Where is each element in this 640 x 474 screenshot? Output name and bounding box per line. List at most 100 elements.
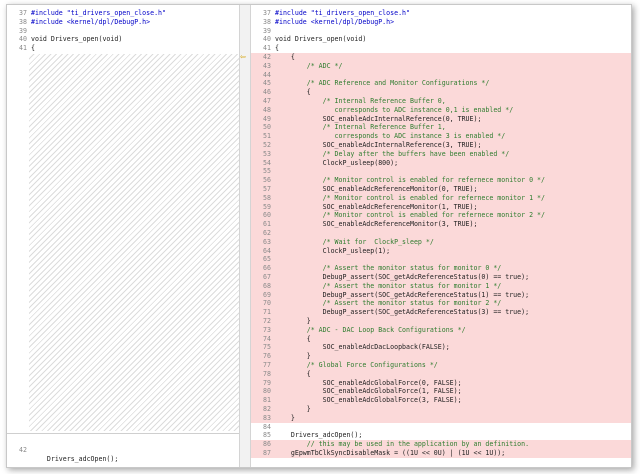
right-code-line: 75 SOC_enableAdcDacLoopback(FALSE);: [251, 343, 631, 353]
line-number: 72: [263, 317, 271, 325]
right-code-line: 80 SOC_enableAdcGlobalForce(1, FALSE);: [251, 387, 631, 397]
line-text: SOC_enableAdcGlobalForce(1, FALSE);: [275, 387, 462, 396]
line-text: corresponds to ADC instance 3 is enabled…: [275, 132, 506, 141]
right-code-line: 84: [251, 423, 631, 432]
line-text: SOC_enableAdcReferenceMonitor(0, TRUE);: [275, 185, 478, 193]
left-code-line: 42 Drivers_adcOpen();: [7, 437, 239, 463]
right-code-line: 58 /* Monitor control is enabled for ref…: [251, 193, 631, 203]
line-number: 60: [263, 211, 271, 220]
line-number: 87: [263, 449, 271, 457]
line-number: 69: [263, 290, 271, 299]
line-text: Drivers_adcOpen();: [31, 454, 119, 463]
left-pane[interactable]: 37 #include "ti_drivers_open_close.h" 38 #i…: [7, 5, 239, 467]
line-number: 83: [263, 413, 271, 422]
line-number: 40: [263, 35, 271, 44]
right-code-line: 44: [251, 70, 631, 80]
line-number: 38: [263, 17, 271, 26]
right-code-line: 81 SOC_enableAdcGlobalForce(3, FALSE);: [251, 396, 631, 405]
right-code-line: 67 DebugP_assert(SOC_getAdcReferenceStat…: [251, 273, 631, 282]
line-text: /* Assert the monitor status for monitor…: [275, 299, 502, 308]
line-number: 39: [263, 26, 271, 35]
line-text: /* ADC */: [275, 61, 343, 70]
right-code-line: 82 }: [251, 405, 631, 414]
line-text: DebugP_assert(SOC_getAdcReferenceStatus(…: [275, 290, 530, 299]
right-code-line: 46 {: [251, 88, 631, 97]
line-number: 58: [263, 193, 271, 202]
line-number: 66: [263, 264, 271, 273]
right-code-line: 49 SOC_enableAdcInternalReference(0, TRU…: [251, 114, 631, 124]
line-number: 80: [263, 387, 271, 396]
right-code-line: 50 /* Internal Reference Buffer 1,: [251, 123, 631, 133]
right-code-line: 62: [251, 229, 631, 238]
line-number: 45: [263, 79, 271, 88]
line-number: 44: [263, 70, 271, 79]
line-text: /* Assert the monitor status for monitor…: [275, 281, 502, 290]
line-text: }: [275, 405, 311, 413]
line-text: #include "ti_drivers_open_close.h": [275, 9, 410, 17]
line-number: 79: [263, 378, 271, 387]
right-code-line: 79 SOC_enableAdcGlobalForce(0, FALSE);: [251, 378, 631, 388]
right-code-line: 42 {: [251, 53, 631, 62]
line-number: 46: [263, 88, 271, 97]
right-code-line: 54 ClockP_usleep(800);: [251, 158, 631, 168]
line-number: 82: [263, 405, 271, 413]
line-number: 55: [263, 167, 271, 176]
line-text: SOC_enableAdcGlobalForce(3, FALSE);: [275, 396, 462, 405]
right-code-line: 65: [251, 255, 631, 265]
right-code-line: 78 {: [251, 369, 631, 379]
line-text: {: [275, 334, 311, 343]
right-code-line: 77 /* Global Force Configurations */: [251, 361, 631, 370]
line-text: SOC_enableAdcInternalReference(3, TRUE);: [275, 141, 482, 149]
line-number: 62: [263, 229, 271, 237]
right-code-line: 43 /* ADC */: [251, 61, 631, 71]
line-number: 63: [263, 237, 271, 246]
line-number: 51: [263, 132, 271, 141]
right-code-line: 38 #include <kernel/dpl/DebugP.h>: [251, 18, 631, 27]
left-code-line: 38 #include <kernel/dpl/DebugP.h>: [7, 18, 239, 27]
line-number: 65: [263, 255, 271, 264]
line-text: {: [31, 44, 35, 53]
line-number: 74: [263, 334, 271, 343]
line-text: SOC_enableAdcDacLoopback(FALSE);: [275, 343, 450, 352]
right-code-line: 53 /* Delay after the buffers have been …: [251, 149, 631, 159]
line-text: ClockP_usleep(800);: [275, 158, 399, 167]
line-text: #include <kernel/dpl/DebugP.h>: [275, 17, 395, 26]
line-text: /* ADC - DAC Loop Back Configurations */: [275, 325, 466, 334]
right-code-line: 57 SOC_enableAdcReferenceMonitor(0, TRUE…: [251, 185, 631, 194]
line-text: #include <kernel/dpl/DebugP.h>: [31, 17, 151, 26]
line-number: 38: [19, 17, 27, 26]
line-text: /* Monitor control is enabled for refern…: [275, 193, 545, 202]
line-number: 37: [263, 9, 271, 17]
line-number: 49: [263, 114, 271, 123]
right-code-line: 61 SOC_enableAdcReferenceMonitor(3, TRUE…: [251, 220, 631, 229]
line-number: 57: [263, 185, 271, 193]
right-code-line: 66 /* Assert the monitor status for moni…: [251, 264, 631, 273]
line-number: 42: [263, 53, 271, 61]
line-text: #include "ti_drivers_open_close.h": [31, 9, 166, 17]
line-text: {: [275, 369, 311, 378]
line-number: 61: [263, 220, 271, 229]
left-code-line: 37 #include "ti_drivers_open_close.h": [7, 9, 239, 18]
arrow-right-icon[interactable]: ⇦: [240, 53, 246, 62]
right-code-line: 59 SOC_enableAdcReferenceMonitor(1, TRUE…: [251, 202, 631, 212]
left-separator: [7, 433, 239, 434]
line-text: // this may be used in the application b…: [275, 440, 530, 449]
right-code-line: 52 SOC_enableAdcInternalReference(3, TRU…: [251, 141, 631, 150]
line-number: 50: [263, 123, 271, 132]
right-code-line: 74 {: [251, 334, 631, 344]
right-code-line: 40 void Drivers_open(void): [251, 35, 631, 44]
line-text: SOC_enableAdcReferenceMonitor(1, TRUE);: [275, 202, 478, 211]
right-code-line: 71 DebugP_assert(SOC_getAdcReferenceStat…: [251, 308, 631, 317]
right-pane[interactable]: 37 #include "ti_drivers_open_close.h" 38 #i…: [251, 5, 631, 467]
diff-viewer: 37 #include "ti_drivers_open_close.h" 38 #i…: [6, 4, 632, 468]
line-text: /* Internal Reference Buffer 0,: [275, 97, 446, 105]
right-code-line: 76 }: [251, 352, 631, 361]
line-number: 75: [263, 343, 271, 352]
line-text: SOC_enableAdcGlobalForce(0, FALSE);: [275, 378, 462, 387]
line-text: DebugP_assert(SOC_getAdcReferenceStatus(…: [275, 273, 530, 281]
pane-divider[interactable]: ⇦: [239, 5, 251, 467]
line-number: 71: [263, 308, 271, 317]
right-code-line: 37 #include "ti_drivers_open_close.h": [251, 9, 631, 18]
line-number: 39: [19, 26, 27, 35]
right-code-line: 70 /* Assert the monitor status for moni…: [251, 299, 631, 309]
